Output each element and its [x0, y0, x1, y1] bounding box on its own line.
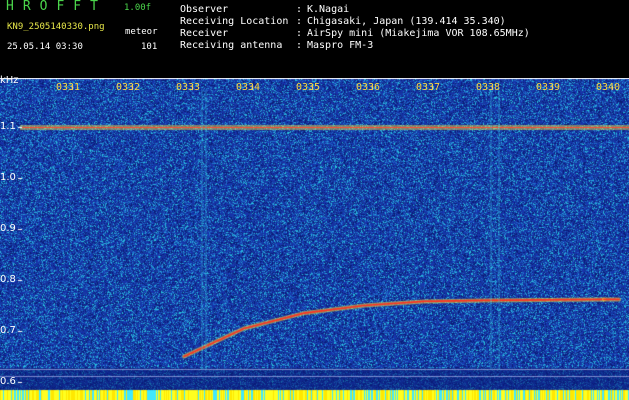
info-sep: :: [296, 4, 303, 15]
time-tick-0336: 0336: [356, 82, 381, 93]
time-tick-0335: 0335: [296, 82, 321, 93]
info-sep: :: [296, 16, 303, 27]
y-axis-unit: kHz: [0, 75, 19, 86]
info-sep: :: [296, 40, 303, 51]
y-label-0-7: 0.7: [0, 325, 16, 336]
app-version: 1.00f: [124, 3, 152, 13]
file-name: KN9_2505140330.png: [7, 22, 105, 32]
mode-label: meteor: [125, 27, 158, 37]
info-key-observer: Observer: [180, 4, 229, 15]
time-tick-0333: 0333: [176, 82, 201, 93]
header-panel: HROFFT 1.00f KN9_2505140330.png meteor 2…: [0, 0, 629, 78]
y-label-1-0: 1.0: [0, 172, 16, 183]
y-label-0-9: 0.9: [0, 223, 16, 234]
info-key-antenna: Receiving antenna: [180, 40, 283, 51]
info-sep: :: [296, 28, 303, 39]
info-value-location: Chigasaki, Japan (139.414 35.340): [307, 16, 506, 27]
info-value-receiver: AirSpy mini (Miakejima VOR 108.65MHz): [307, 28, 530, 39]
count-label: 101: [141, 42, 158, 52]
info-key-location: Receiving Location: [180, 16, 289, 27]
datetime-label: 25.05.14 03:30: [7, 42, 83, 52]
time-tick-0337: 0337: [416, 82, 441, 93]
y-label-0-6: 0.6: [0, 376, 16, 387]
time-tick-0334: 0334: [236, 82, 261, 93]
time-tick-0339: 0339: [536, 82, 561, 93]
time-tick-0332: 0332: [116, 82, 141, 93]
time-tick-0331: 0331: [56, 82, 81, 93]
info-value-observer: K.Nagai: [307, 4, 350, 15]
y-label-0-8: 0.8: [0, 274, 16, 285]
time-tick-0340: 0340: [596, 82, 621, 93]
app-name: HROFFT: [6, 0, 107, 14]
info-value-antenna: Maspro FM-3: [307, 40, 374, 51]
time-tick-0338: 0338: [476, 82, 501, 93]
info-key-receiver: Receiver: [180, 28, 229, 39]
spectrogram-canvas: [0, 78, 629, 400]
y-label-1-1: 1.1: [0, 121, 16, 132]
